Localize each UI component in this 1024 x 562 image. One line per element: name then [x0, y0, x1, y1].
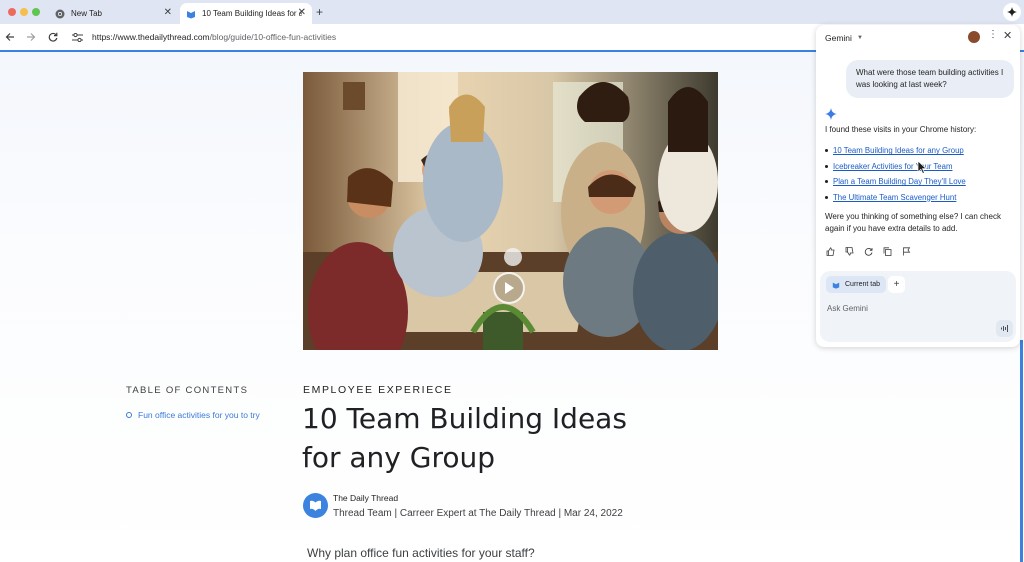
bullet-icon: [825, 180, 828, 184]
history-link[interactable]: The Ultimate Team Scavenger Hunt: [833, 193, 956, 202]
current-tab-chip[interactable]: Current tab: [826, 276, 887, 293]
list-item: 10 Team Building Ideas for any Group: [825, 143, 966, 159]
address-bar[interactable]: https://www.thedailythread.com/blog/guid…: [66, 27, 826, 47]
tab-label: 10 Team Building Ideas for a: [202, 9, 302, 18]
gemini-toolbar-button[interactable]: [1003, 3, 1021, 21]
page-edge-highlight: [1020, 340, 1023, 562]
url-host: https://www.thedailythread.com: [92, 32, 210, 42]
prompt-input[interactable]: Ask Gemini: [827, 304, 868, 313]
list-item: Icebreaker Activities for Your Team: [825, 159, 966, 175]
list-item: Plan a Team Building Day They’ll Love: [825, 174, 966, 190]
daily-thread-favicon: [832, 281, 840, 289]
close-icon[interactable]: ✕: [1003, 29, 1012, 42]
new-tab-button[interactable]: +: [316, 5, 323, 19]
gemini-title: Gemini: [825, 33, 852, 43]
toc-bullet-icon: [126, 412, 132, 418]
url-path: /blog/guide/10-office-fun-activities: [209, 32, 337, 42]
avatar[interactable]: [968, 31, 980, 43]
thumbs-up-icon[interactable]: [825, 246, 835, 256]
chevron-down-icon: ▼: [856, 35, 863, 41]
tab-strip: New Tab ✕ 10 Team Building Ideas for a ✕…: [0, 0, 1024, 24]
hero-video[interactable]: [303, 72, 718, 350]
daily-thread-favicon: [186, 9, 196, 19]
close-tab-icon[interactable]: ✕: [298, 8, 306, 18]
response-followup: Were you thinking of something else? I c…: [825, 212, 1001, 233]
author-meta: Thread Team | Carreer Expert at The Dail…: [333, 508, 623, 519]
response-intro: I found these visits in your Chrome hist…: [825, 125, 977, 134]
tab-active-article[interactable]: 10 Team Building Ideas for a ✕: [180, 3, 312, 24]
regenerate-icon[interactable]: [863, 246, 873, 256]
response-actions: [825, 246, 911, 256]
thumbs-down-icon[interactable]: [844, 246, 854, 256]
play-icon[interactable]: [493, 272, 525, 304]
back-button[interactable]: [3, 30, 17, 44]
voice-input-icon[interactable]: [996, 320, 1013, 337]
site-settings-icon[interactable]: [70, 30, 84, 44]
history-link[interactable]: Icebreaker Activities for Your Team: [833, 162, 952, 171]
section-heading: Why plan office fun activities for your …: [307, 546, 535, 560]
add-context-button[interactable]: +: [888, 276, 905, 293]
copy-icon[interactable]: [882, 246, 892, 256]
toc-heading: TABLE OF CONTENTS: [126, 385, 249, 396]
list-item: The Ultimate Team Scavenger Hunt: [825, 190, 966, 206]
tab-label: New Tab: [71, 9, 102, 18]
history-link[interactable]: Plan a Team Building Day They’ll Love: [833, 177, 966, 186]
bullet-icon: [825, 195, 828, 199]
mouse-pointer-icon: [917, 160, 927, 179]
bullet-icon: [825, 164, 828, 168]
author-name: The Daily Thread: [333, 493, 399, 503]
toc-link-label: Fun office activities for you to try: [138, 410, 260, 420]
team-photo: [303, 72, 718, 350]
reload-button[interactable]: [46, 30, 60, 44]
flag-icon[interactable]: [901, 246, 911, 256]
chrome-icon: [55, 9, 65, 19]
toc-link[interactable]: Fun office activities for you to try: [126, 410, 260, 420]
maximize-window-button[interactable]: [32, 8, 40, 16]
article-category: EMPLOYEE EXPERIECE: [303, 384, 453, 396]
gemini-panel: Gemini ▼ ⋮ ✕ What were those team buildi…: [816, 25, 1020, 347]
tab-new-tab[interactable]: New Tab ✕: [50, 3, 178, 24]
gemini-sparkle-icon: [825, 107, 837, 125]
article-title: 10 Team Building Ideas for any Group: [302, 402, 627, 474]
forward-button[interactable]: [24, 30, 38, 44]
more-options-icon[interactable]: ⋮: [988, 29, 998, 40]
chip-label: Current tab: [845, 281, 881, 288]
minimize-window-button[interactable]: [20, 8, 28, 16]
history-links: 10 Team Building Ideas for any Group Ice…: [825, 143, 966, 205]
user-message: What were those team building activities…: [846, 60, 1014, 98]
history-link[interactable]: 10 Team Building Ideas for any Group: [833, 146, 964, 155]
prompt-box: Current tab + Ask Gemini: [820, 271, 1016, 342]
close-tab-icon[interactable]: ✕: [164, 8, 172, 18]
author-avatar: [303, 493, 328, 518]
bullet-icon: [825, 149, 828, 153]
close-window-button[interactable]: [8, 8, 16, 16]
gemini-model-menu[interactable]: Gemini ▼: [825, 33, 863, 43]
